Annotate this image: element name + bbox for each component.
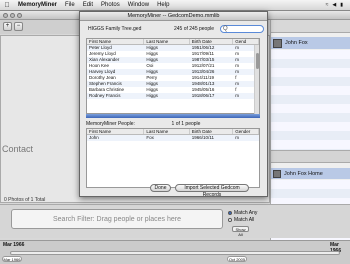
match-all-label: Match All (234, 217, 255, 223)
people-count: 245 of 245 people (173, 26, 215, 32)
cell-birth: 1966/10/11 (191, 135, 214, 140)
match-all-option[interactable]: Match All (228, 217, 257, 224)
match-all-radio[interactable] (228, 217, 232, 222)
people-panel-toolbar (271, 20, 350, 33)
table-row[interactable]: John Fox 1966/10/11 m (87, 135, 259, 141)
dialog-title: MemoryMiner -- GedcomDemo.mmlib (80, 12, 267, 21)
remove-photo-button[interactable]: − (14, 22, 23, 31)
col-first-name[interactable]: First Name (87, 39, 145, 44)
search-filter-dropzone[interactable]: Search Filter: Drag people or places her… (11, 209, 223, 229)
menu-help[interactable]: Help (153, 2, 173, 8)
match-any-label: Match Any (234, 210, 258, 216)
place-avatar (273, 169, 281, 178)
minimize-window-icon[interactable] (10, 12, 15, 18)
close-window-icon[interactable] (3, 12, 8, 18)
battery-icon[interactable]: ▮ (340, 2, 343, 8)
person-list-item[interactable]: John Fox (271, 37, 350, 49)
cell-last: Fox (146, 135, 154, 140)
cell-birth: 1918/06/17 (191, 93, 215, 98)
col-birth-date[interactable]: Birth Date (190, 39, 234, 44)
places-toolbar (271, 150, 350, 163)
table-row[interactable]: Rodney Francis Higgs 1918/06/17 m (87, 93, 259, 99)
add-photo-button[interactable]: + (3, 22, 12, 31)
split-view-divider[interactable] (86, 114, 260, 118)
search-icon: Q (223, 26, 228, 32)
col-last-name[interactable]: Last Name (144, 39, 190, 44)
memoryminer-people-count: 1 of 1 people (171, 121, 201, 127)
menu-status-area: ≈ ◀ ▮ (326, 2, 350, 8)
mm-col-last-name[interactable]: Last Name (144, 129, 190, 134)
cell-first: Rodney Francis (89, 93, 121, 98)
match-options: Match Any Match All (228, 210, 257, 224)
menu-app-name[interactable]: MemoryMiner (14, 2, 61, 8)
people-scroll-thumb[interactable] (256, 53, 259, 69)
timeline-start-label: Mar 1966 (3, 242, 25, 248)
person-avatar (273, 38, 282, 48)
menu-file[interactable]: File (61, 2, 79, 8)
dialog-filter-row: HIGGS Family Tree.ged 245 of 245 people … (83, 24, 265, 34)
gedcom-people-table[interactable]: First Name Last Name Birth Date Gend Pet… (86, 38, 260, 114)
menu-photos[interactable]: Photos (97, 2, 124, 8)
mm-table-body: John Fox 1966/10/11 m (87, 135, 259, 141)
timeline-start-handle[interactable]: Mar 1966 (2, 256, 22, 262)
person-name: John Fox (285, 40, 308, 46)
mm-col-birth-date[interactable]: Birth Date (190, 129, 234, 134)
contact-sheet-label: Contact (2, 144, 34, 154)
show-all-button[interactable]: Show All (232, 226, 249, 237)
zoom-window-icon[interactable] (17, 12, 22, 18)
cell-gender: m (235, 135, 240, 140)
volume-icon[interactable]: ◀ (332, 2, 336, 8)
people-search-field[interactable]: Q (220, 25, 264, 33)
people-scrollbar[interactable] (254, 45, 259, 114)
place-list-item[interactable]: John Fox Home (271, 168, 350, 179)
done-button[interactable]: Done (150, 184, 171, 192)
col-gender[interactable]: Gend (233, 39, 260, 44)
menu-bar:  MemoryMiner File Edit Photos Window He… (0, 0, 350, 11)
memoryminer-people-row: MemoryMiner People: 1 of 1 people (86, 121, 260, 127)
wifi-icon[interactable]: ≈ (326, 2, 329, 8)
menu-edit[interactable]: Edit (79, 2, 97, 8)
place-name: John Fox Home (284, 170, 323, 177)
gedcom-table-body: Peter Lloyd Higgs 1951/06/12 m Jeremy Lloyd… (87, 45, 259, 99)
cell-last: Higgs (146, 93, 158, 98)
timeline-slider[interactable] (10, 251, 340, 255)
mm-col-gender[interactable]: Gender (233, 129, 260, 134)
match-any-option[interactable]: Match Any (228, 210, 257, 217)
gedcom-file-label: HIGGS Family Tree.ged (88, 26, 142, 32)
import-records-button[interactable]: Import Selected Gedcom Records (175, 184, 249, 198)
timeline-end-handle[interactable]: Oct 2005 (227, 256, 247, 262)
photos-status-text: 0 Photos of 1 Total (4, 197, 46, 203)
gedcom-import-dialog: MemoryMiner -- GedcomDemo.mmlib HIGGS Fa… (79, 11, 268, 198)
people-list[interactable] (271, 50, 350, 150)
memoryminer-people-table[interactable]: First Name Last Name Birth Date Gender J… (86, 128, 260, 188)
cell-first: John (89, 135, 99, 140)
memoryminer-people-label: MemoryMiner People: (86, 121, 135, 127)
mm-col-first-name[interactable]: First Name (87, 129, 145, 134)
menu-window[interactable]: Window (124, 2, 153, 8)
match-any-radio[interactable] (228, 210, 232, 215)
apple-menu-icon[interactable]:  (0, 2, 14, 9)
